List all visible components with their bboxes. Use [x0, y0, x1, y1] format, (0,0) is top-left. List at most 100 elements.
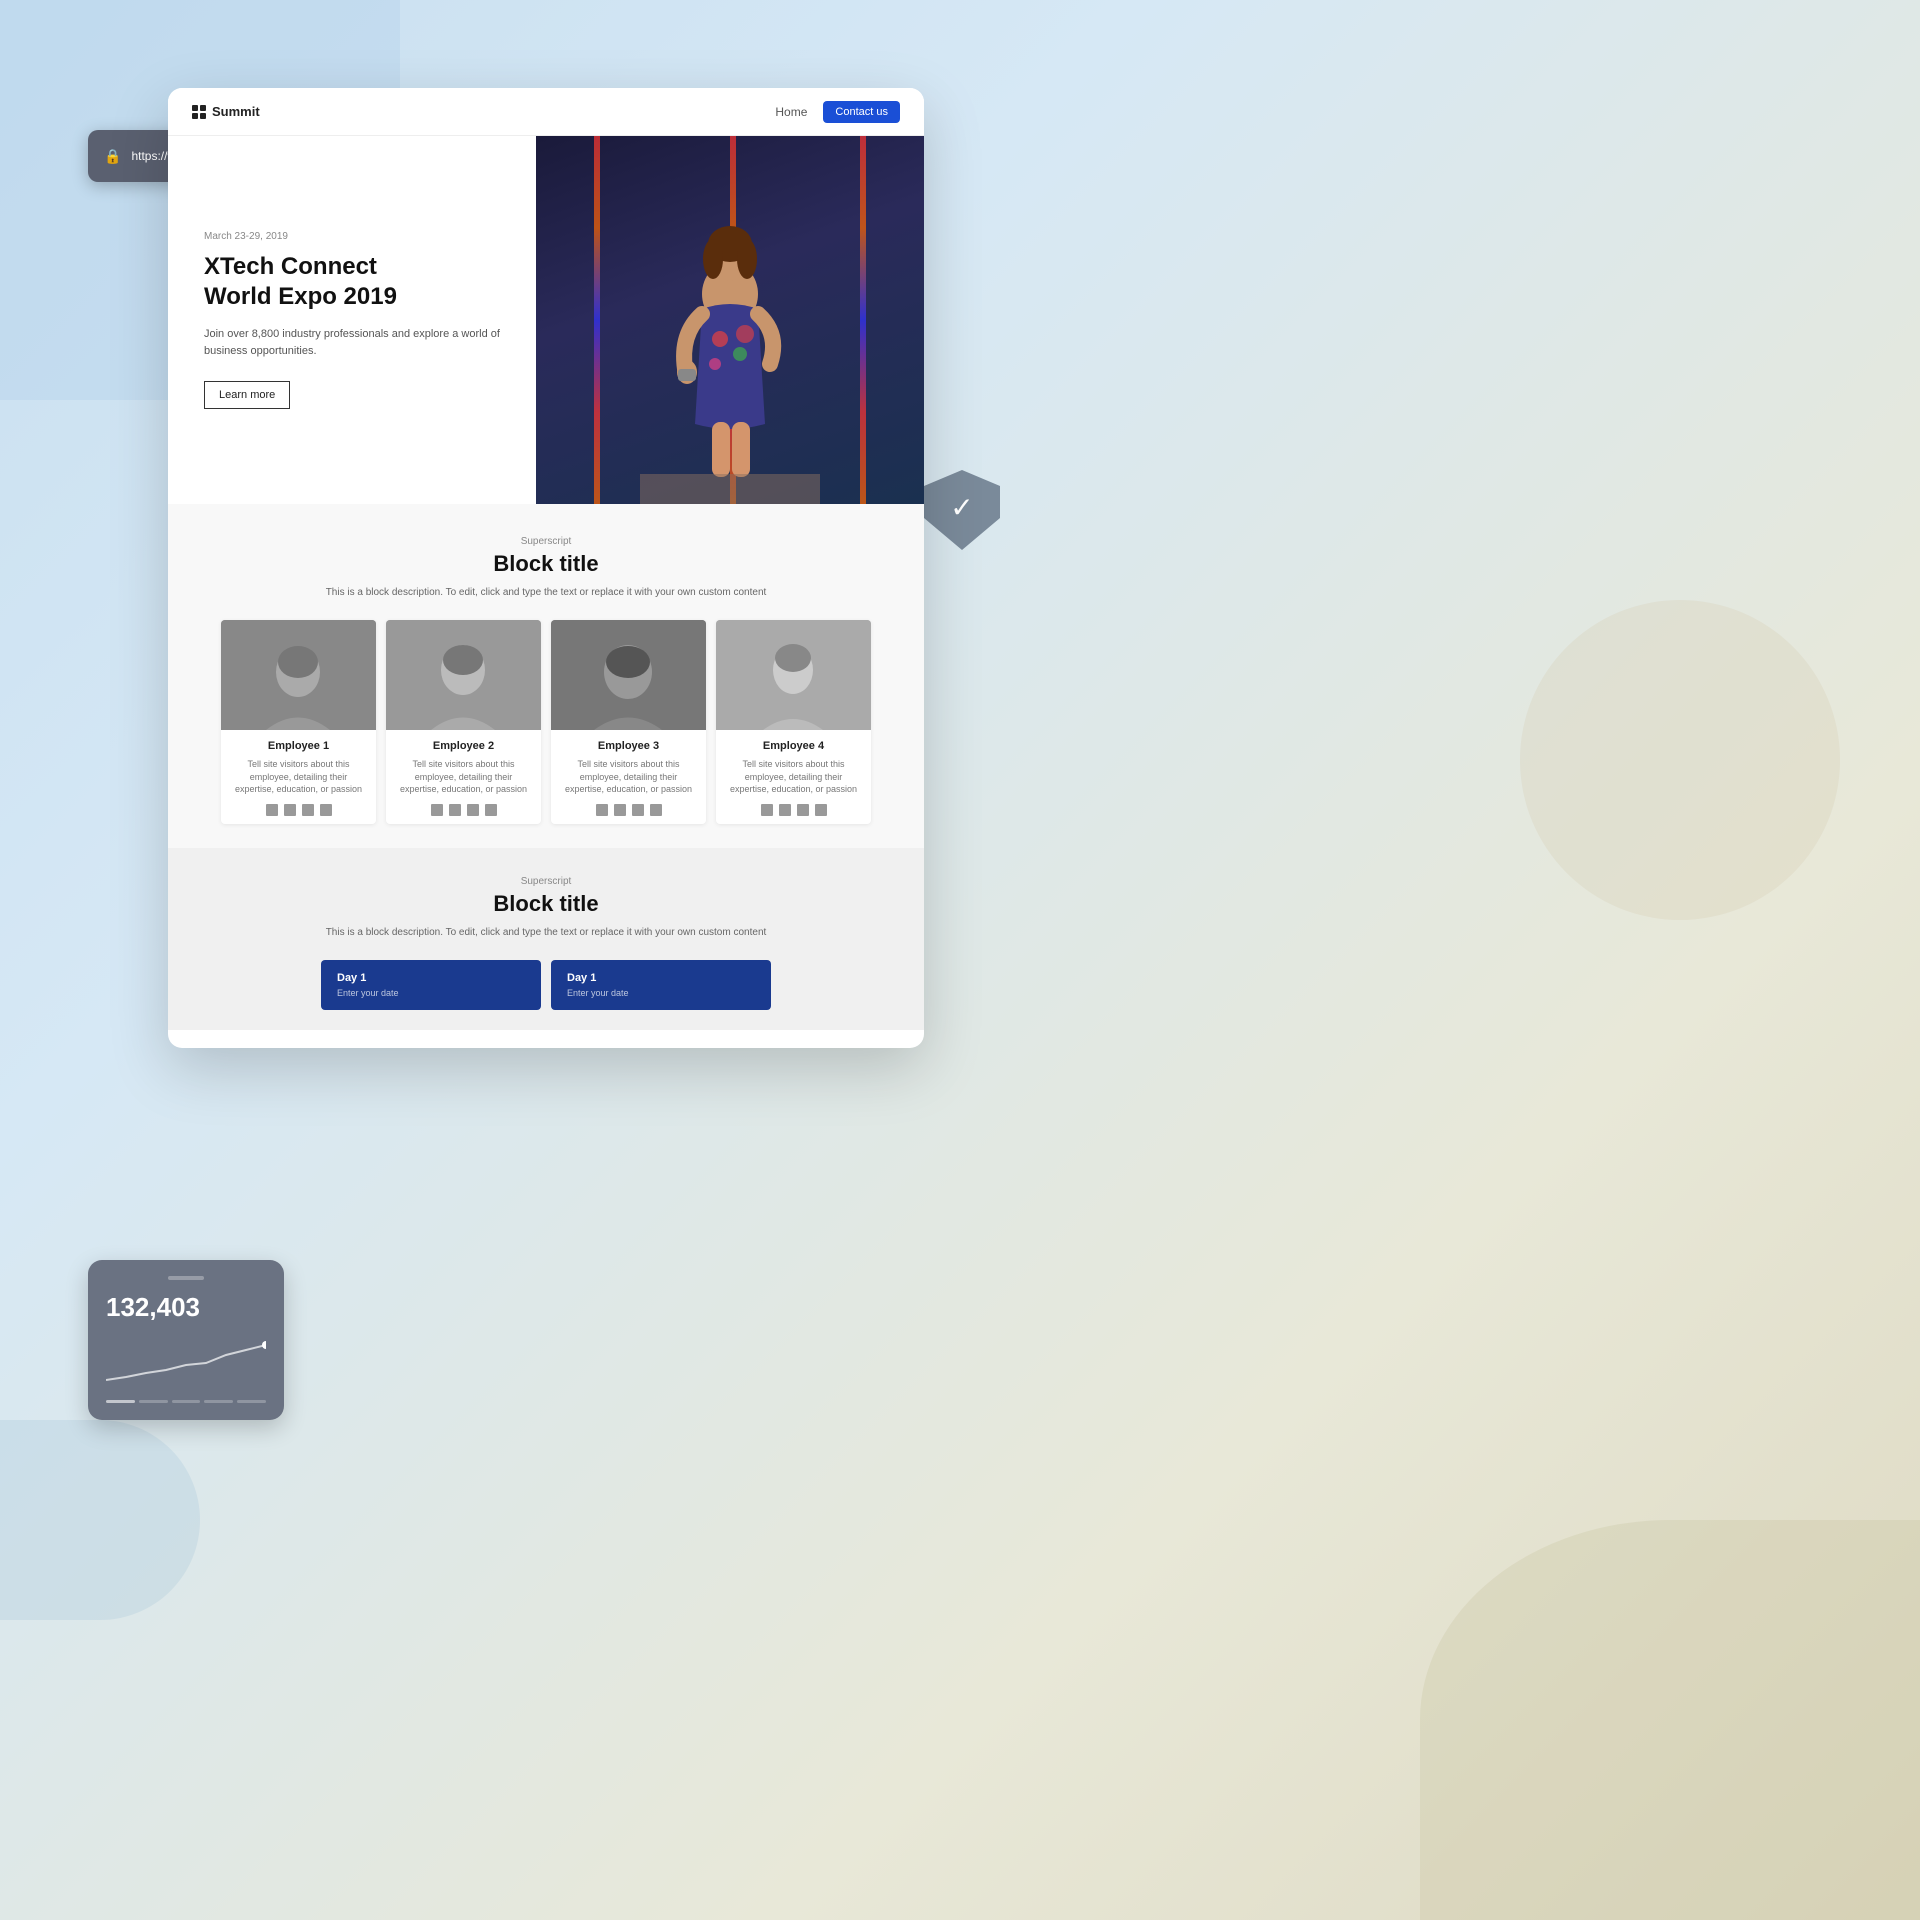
contact-button[interactable]: Contact us [823, 101, 900, 123]
block-section-1: Superscript Block title This is a block … [168, 504, 924, 848]
employee-info-2: Employee 2 Tell site visitors about this… [386, 730, 541, 824]
day-card-1: Day 1 Enter your date [321, 960, 541, 1010]
nav-links: Home Contact us [775, 101, 900, 123]
social-facebook-3[interactable] [596, 804, 608, 816]
day-card-2-sub: Enter your date [567, 988, 755, 998]
employee-social-3 [559, 804, 698, 816]
hero-title-line2: World Expo 2019 [204, 283, 397, 310]
analytics-dot-4 [204, 1400, 233, 1403]
employee-card-3: Employee 3 Tell site visitors about this… [551, 620, 706, 824]
employee-name-3: Employee 3 [559, 740, 698, 752]
home-link[interactable]: Home [775, 105, 807, 119]
employee-photo-3 [551, 620, 706, 730]
day-card-2: Day 1 Enter your date [551, 960, 771, 1010]
speaker-image [536, 136, 924, 504]
block1-superscript: Superscript [192, 536, 900, 547]
social-x-2[interactable] [467, 804, 479, 816]
employee-card-1: Employee 1 Tell site visitors about this… [221, 620, 376, 824]
hero-left: March 23-29, 2019 XTech Connect World Ex… [168, 136, 536, 504]
block2-title: Block title [192, 891, 900, 917]
browser-window: Summit Home Contact us March 23-29, 2019… [168, 88, 924, 1048]
nav-bar: Summit Home Contact us [168, 88, 924, 136]
analytics-chart [106, 1335, 266, 1385]
analytics-number: 132,403 [106, 1292, 266, 1323]
social-facebook-4[interactable] [761, 804, 773, 816]
employee-card-2: Employee 2 Tell site visitors about this… [386, 620, 541, 824]
hero-title-line1: XTech Connect [204, 253, 377, 280]
site-logo: Summit [192, 104, 260, 119]
shield-shape: ✓ [924, 470, 1000, 550]
analytics-dot-1 [106, 1400, 135, 1403]
social-facebook-1[interactable] [266, 804, 278, 816]
bg-shape-midright [1520, 600, 1840, 920]
social-instagram-3[interactable] [614, 804, 626, 816]
employee-name-2: Employee 2 [394, 740, 533, 752]
block1-title: Block title [192, 551, 900, 577]
analytics-dot-5 [237, 1400, 266, 1403]
analytics-dots [106, 1400, 266, 1403]
emp4-photo [716, 620, 871, 730]
employee-bio-3: Tell site visitors about this employee, … [559, 758, 698, 796]
social-x-3[interactable] [632, 804, 644, 816]
employee-social-2 [394, 804, 533, 816]
employee-photo-1 [221, 620, 376, 730]
lock-icon: 🔒 [104, 148, 121, 165]
learn-more-button[interactable]: Learn more [204, 381, 290, 409]
hero-date: March 23-29, 2019 [204, 231, 500, 242]
logo-icon-dot4 [200, 113, 206, 119]
logo-text: Summit [212, 104, 260, 119]
hero-image-placeholder [536, 136, 924, 504]
employee-photo-4 [716, 620, 871, 730]
analytics-dot-2 [139, 1400, 168, 1403]
analytics-handle [168, 1276, 204, 1280]
shield-badge: ✓ [924, 470, 1000, 550]
social-email-1[interactable] [320, 804, 332, 816]
hero-title: XTech Connect World Expo 2019 [204, 252, 500, 312]
speaker-svg [640, 194, 820, 504]
employee-social-1 [229, 804, 368, 816]
day-cards: Day 1 Enter your date Day 1 Enter your d… [192, 960, 900, 1010]
social-email-3[interactable] [650, 804, 662, 816]
social-instagram-4[interactable] [779, 804, 791, 816]
social-instagram-2[interactable] [449, 804, 461, 816]
logo-icon-dot1 [192, 105, 198, 111]
employee-social-4 [724, 804, 863, 816]
social-x-1[interactable] [302, 804, 314, 816]
employee-card-4: Employee 4 Tell site visitors about this… [716, 620, 871, 824]
shield-check-icon: ✓ [950, 491, 973, 524]
day-card-1-sub: Enter your date [337, 988, 525, 998]
emp3-photo [551, 620, 706, 730]
employee-name-1: Employee 1 [229, 740, 368, 752]
employee-info-3: Employee 3 Tell site visitors about this… [551, 730, 706, 824]
social-email-4[interactable] [815, 804, 827, 816]
logo-icon [192, 105, 206, 119]
emp1-photo [221, 620, 376, 730]
social-instagram-1[interactable] [284, 804, 296, 816]
employee-bio-2: Tell site visitors about this employee, … [394, 758, 533, 796]
employee-bio-4: Tell site visitors about this employee, … [724, 758, 863, 796]
employee-name-4: Employee 4 [724, 740, 863, 752]
hero-description: Join over 8,800 industry professionals a… [204, 326, 500, 359]
day-card-2-label: Day 1 [567, 972, 755, 984]
bg-shape-bottomright [1420, 1520, 1920, 1920]
hero-section: March 23-29, 2019 XTech Connect World Ex… [168, 136, 924, 504]
analytics-dot-3 [172, 1400, 201, 1403]
emp2-photo [386, 620, 541, 730]
logo-icon-dot2 [200, 105, 206, 111]
employees-grid: Employee 1 Tell site visitors about this… [192, 620, 900, 824]
block2-description: This is a block description. To edit, cl… [192, 925, 900, 940]
block-section-2: Superscript Block title This is a block … [168, 848, 924, 1030]
bg-shape-midleft [0, 1420, 200, 1620]
social-x-4[interactable] [797, 804, 809, 816]
employee-photo-2 [386, 620, 541, 730]
hero-image [536, 136, 924, 504]
employee-info-4: Employee 4 Tell site visitors about this… [716, 730, 871, 824]
social-facebook-2[interactable] [431, 804, 443, 816]
employee-bio-1: Tell site visitors about this employee, … [229, 758, 368, 796]
analytics-card: 132,403 [88, 1260, 284, 1420]
employee-info-1: Employee 1 Tell site visitors about this… [221, 730, 376, 824]
logo-icon-dot3 [192, 113, 198, 119]
block2-superscript: Superscript [192, 876, 900, 887]
social-email-2[interactable] [485, 804, 497, 816]
block1-description: This is a block description. To edit, cl… [192, 585, 900, 600]
